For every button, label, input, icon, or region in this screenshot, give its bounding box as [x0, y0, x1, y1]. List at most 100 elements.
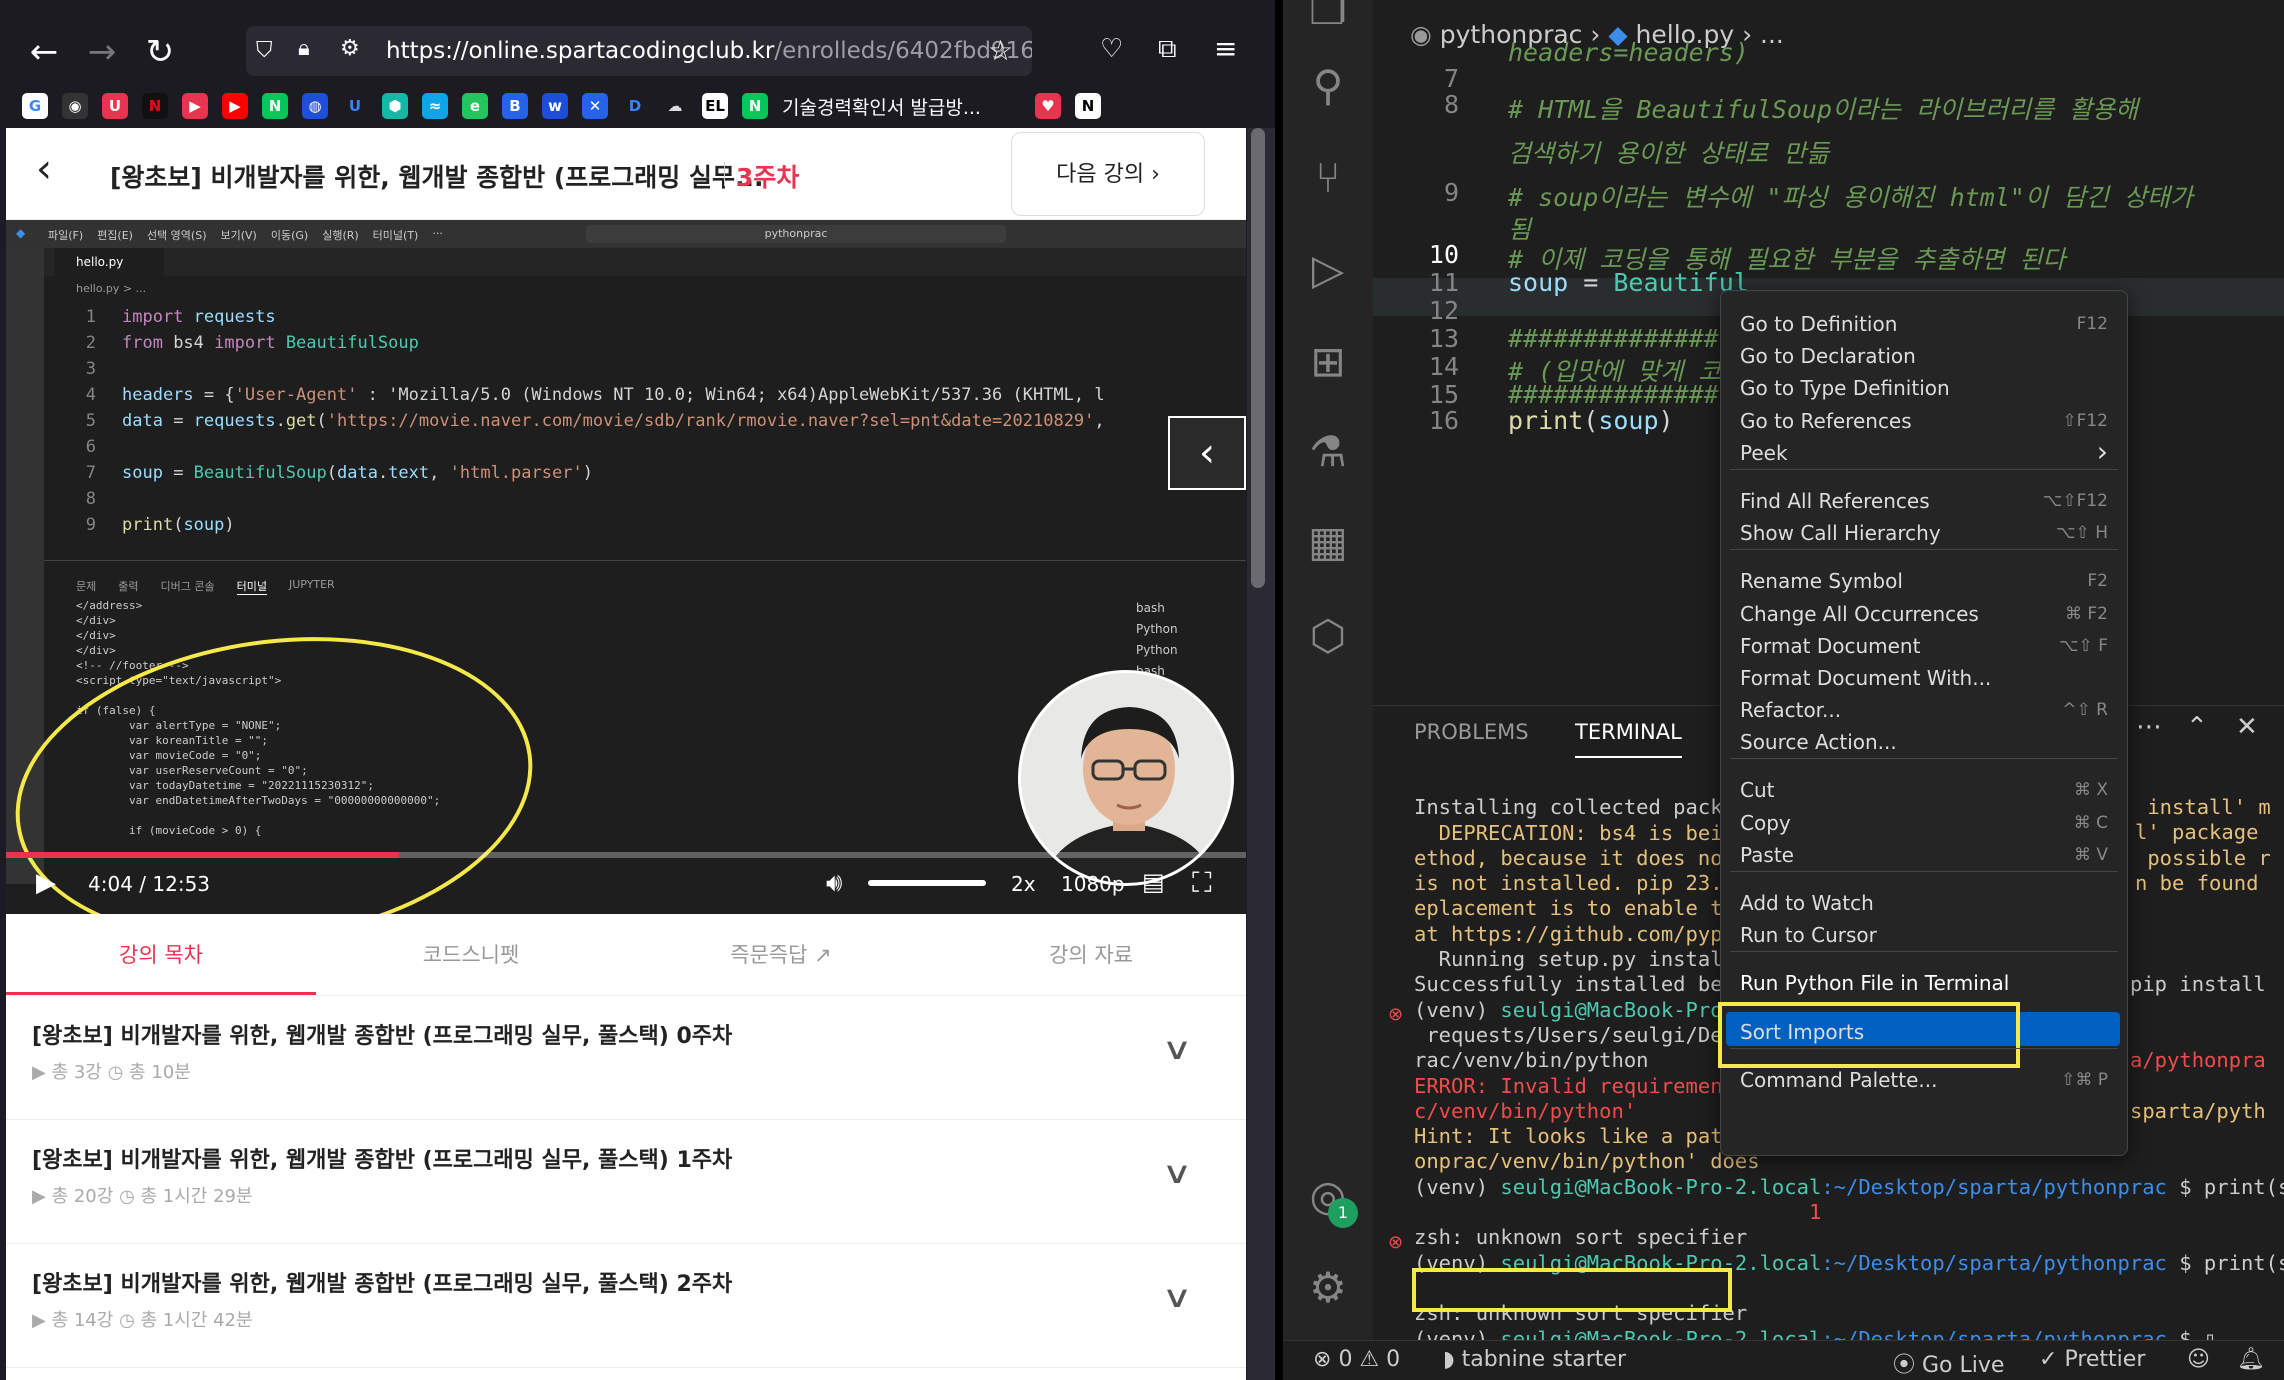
breadcrumb-more[interactable]: ... [1760, 20, 1784, 49]
source-control-icon[interactable]: ⑂ [1300, 150, 1356, 206]
bookmark-u-icon[interactable]: U [102, 93, 128, 119]
tab-qna[interactable]: 즉문즉답 ↗ [626, 914, 936, 995]
maximize-panel-icon[interactable]: ⌃ [2186, 712, 2208, 742]
run-debug-icon[interactable]: ▷ [1300, 242, 1356, 298]
netflix-icon[interactable]: N [142, 93, 168, 119]
url-bar[interactable]: https://online.spartacodingclub.kr/enrol… [246, 26, 1032, 76]
menu-item[interactable]: Go to Definition [1740, 312, 1897, 336]
menu-item[interactable]: Paste [1740, 843, 1794, 867]
globe-icon[interactable]: ◍ [302, 93, 328, 119]
line-number: 15 [1428, 380, 1459, 409]
menu-item[interactable]: Format Document [1740, 634, 1920, 658]
notion-icon[interactable]: N [1074, 93, 1101, 119]
subtitles-icon[interactable]: ▤ [1142, 868, 1165, 896]
play-icon[interactable]: ▶ [182, 93, 208, 119]
tab-terminal[interactable]: TERMINAL [1575, 720, 1682, 758]
testing-icon[interactable]: ⚗ [1300, 424, 1356, 480]
go-live-button[interactable]: ⦿ Go Live [1893, 1347, 2004, 1379]
video-player[interactable]: ◆ 파일(F) 편집(E) 선택 영역(S) 보기(V) 이동(G) 실행(R) 터미널(T… [6, 220, 1246, 914]
menu-item[interactable]: Show Call Hierarchy [1740, 521, 1941, 545]
fullscreen-icon[interactable]: ⛶ [1192, 866, 1212, 900]
extensions-icon[interactable]: ⧉ [1158, 34, 1177, 65]
b-icon[interactable]: B [502, 93, 528, 119]
chevron-down-icon[interactable]: ∨ [1162, 1156, 1193, 1191]
video-terminal-item: bash [1136, 601, 1165, 615]
volume-icon[interactable]: 🔊︎ [826, 868, 842, 899]
menu-item[interactable]: Add to Watch [1740, 891, 1874, 915]
menu-item[interactable]: Sort Imports [1740, 1020, 1864, 1044]
search-icon[interactable]: ⚲ [1300, 58, 1356, 114]
bookmark-star-icon[interactable]: ☆ [988, 34, 1013, 67]
x-icon[interactable]: ✕ [582, 93, 608, 119]
notifications-icon[interactable]: 🔔︎ [2237, 1347, 2265, 1372]
menu-item[interactable]: Find All References [1740, 489, 1930, 513]
extensions-icon[interactable]: ⊞ [1300, 334, 1356, 390]
week-row[interactable]: [왕초보] 비개발자를 위한, 웹개발 종합반 (프로그래밍 실무, 풀스택) … [6, 1120, 1246, 1244]
tab-snippets[interactable]: 코드스니펫 [316, 914, 626, 995]
menu-item[interactable]: Source Action... [1740, 730, 1897, 754]
menu-item[interactable]: Run Python File in Terminal [1740, 971, 2009, 995]
hex-icon[interactable]: ⬢ [382, 93, 408, 119]
menu-item[interactable]: Go to References [1740, 409, 1912, 433]
week-row[interactable]: [왕초보] 비개발자를 위한, 웹개발 종합반 (프로그래밍 실무, 풀스택) … [6, 996, 1246, 1120]
menu-item[interactable]: Run to Cursor [1740, 923, 1877, 947]
menu-item[interactable]: Go to Type Definition [1740, 376, 1950, 400]
feedback-icon[interactable]: ☺ [2187, 1347, 2210, 1372]
tab-materials[interactable]: 강의 자료 [936, 914, 1246, 995]
pocket-icon[interactable]: ♡ [1100, 34, 1123, 64]
menu-item[interactable]: Refactor... [1740, 698, 1841, 722]
forward-icon[interactable]: → [80, 30, 124, 74]
menu-item[interactable]: Format Document With... [1740, 666, 1991, 690]
back-chevron-icon[interactable]: ‹ [36, 146, 52, 192]
bookmark-label[interactable]: 기술경력확인서 발급방... [782, 93, 981, 120]
menu-icon[interactable]: ≡ [1214, 32, 1237, 65]
tabnine-status[interactable]: ◗ tabnine starter [1443, 1347, 1626, 1372]
play-button[interactable]: ▶ [36, 868, 56, 898]
tab-toc[interactable]: 강의 목차 [6, 914, 316, 995]
naver-icon[interactable]: N [262, 93, 288, 119]
menu-item[interactable]: Go to Declaration [1740, 344, 1916, 368]
prettier-status[interactable]: ✓ Prettier [2039, 1347, 2145, 1372]
next-lesson-button[interactable]: 다음 강의 › [1011, 132, 1205, 216]
close-panel-icon[interactable]: ✕ [2236, 712, 2258, 742]
remote-explorer-icon[interactable]: ▦ [1300, 514, 1356, 570]
github-icon[interactable]: ◉ [62, 93, 88, 119]
menu-item[interactable]: Command Palette... [1740, 1068, 1938, 1092]
el-icon[interactable]: EL [702, 93, 728, 119]
shield-icon[interactable]: ⛉ [256, 38, 273, 63]
edge-icon[interactable]: e [462, 93, 488, 119]
scrollbar-thumb[interactable] [1251, 128, 1265, 588]
wave-icon[interactable]: ≈ [422, 93, 448, 119]
chevron-down-icon[interactable]: ∨ [1162, 1032, 1193, 1067]
problems-status[interactable]: ⊗ 0 ⚠ 0 [1313, 1347, 1400, 1372]
u-icon[interactable]: U [342, 93, 368, 119]
speed-button[interactable]: 2x [1011, 872, 1036, 896]
reload-icon[interactable]: ↻ [138, 30, 182, 74]
volume-slider[interactable] [868, 880, 986, 886]
menu-item[interactable]: Peek [1740, 441, 1788, 465]
video-code-line: 9 print(soup) [44, 512, 1246, 538]
more-actions-icon[interactable]: ⋯ [2136, 712, 2162, 742]
menu-item[interactable]: Cut [1740, 778, 1774, 802]
menu-item[interactable]: Copy [1740, 811, 1791, 835]
d-icon[interactable]: D [622, 93, 648, 119]
permissions-icon[interactable]: ⚙ [340, 36, 360, 61]
quality-button[interactable]: 1080p [1061, 872, 1125, 896]
collapse-panel-button[interactable]: ‹ [1168, 416, 1246, 490]
naver-icon-2[interactable]: N [742, 93, 768, 119]
google-icon[interactable]: G [22, 93, 48, 119]
w-icon[interactable]: w [542, 93, 568, 119]
youtube-icon[interactable]: ▶ [222, 93, 248, 119]
menu-item[interactable]: Change All Occurrences [1740, 602, 1979, 626]
live-share-icon[interactable]: ⬡ [1300, 608, 1356, 664]
settings-gear-icon[interactable]: ⚙ [1300, 1260, 1356, 1316]
explorer-icon[interactable]: ❐ [1300, 0, 1356, 38]
chevron-down-icon[interactable]: ∨ [1162, 1280, 1193, 1315]
back-icon[interactable]: ← [22, 30, 66, 74]
cloud-icon[interactable]: ☁ [662, 93, 688, 119]
heart-icon[interactable]: ♥ [1034, 93, 1061, 119]
week-row[interactable]: [왕초보] 비개발자를 위한, 웹개발 종합반 (프로그래밍 실무, 풀스택) … [6, 1244, 1246, 1368]
tab-problems[interactable]: PROBLEMS [1414, 720, 1529, 744]
lock-icon[interactable]: 🔒︎ [298, 36, 310, 61]
menu-item[interactable]: Rename Symbol [1740, 569, 1903, 593]
